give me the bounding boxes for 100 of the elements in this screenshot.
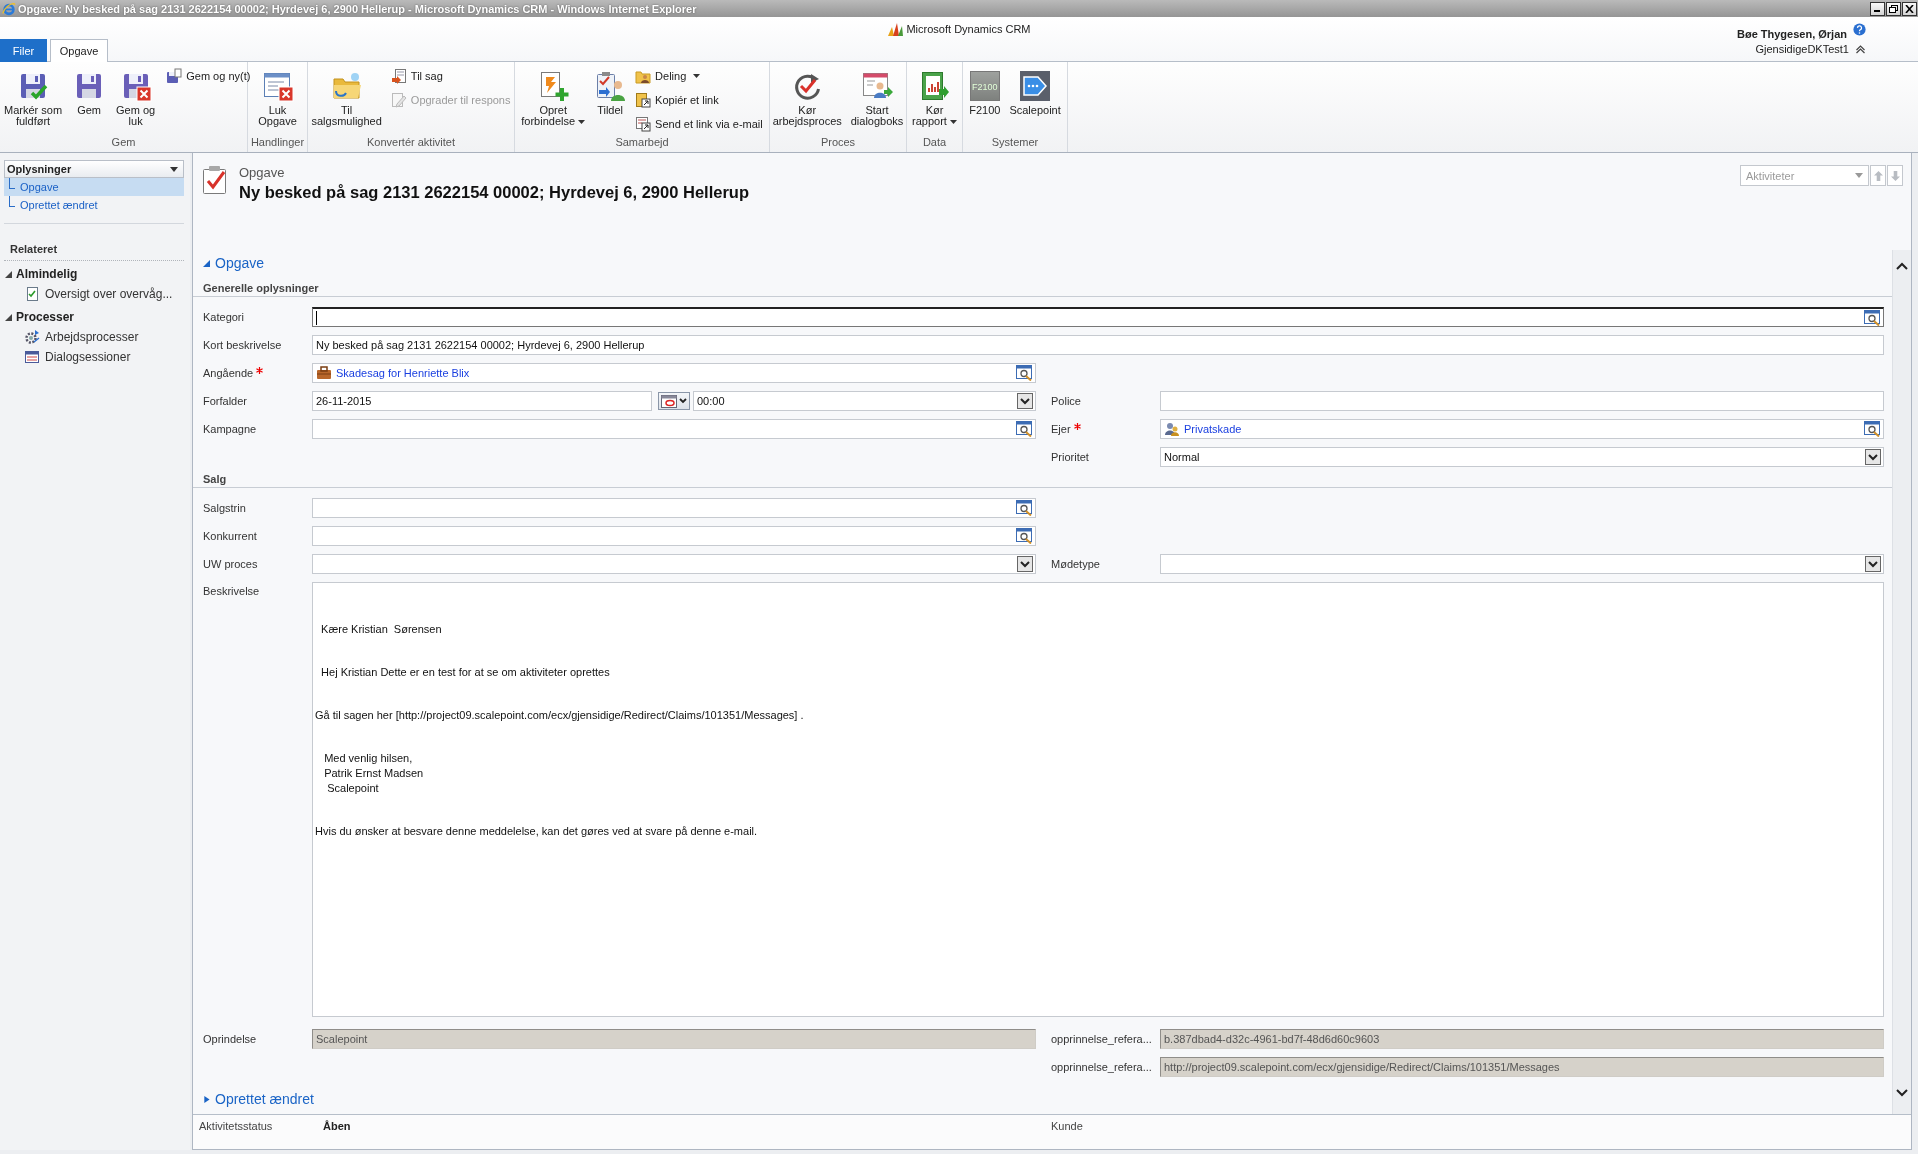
nav-link[interactable]: Arbejdsprocesser xyxy=(0,327,190,347)
section-menu[interactable]: Oplysninger xyxy=(4,160,184,178)
close-button[interactable] xyxy=(1902,1,1917,16)
lookup-search-icon[interactable] xyxy=(1016,365,1033,381)
subsection-title: Salg xyxy=(203,473,227,485)
clipboard-link-icon xyxy=(635,92,652,108)
tree-connector-icon xyxy=(9,178,15,189)
ribbon-button[interactable]: Kopiér et link xyxy=(633,90,765,110)
ribbon-tab[interactable]: Opgave xyxy=(50,39,108,62)
field-label: Oprindelse xyxy=(203,1033,257,1045)
ribbon-button[interactable]: F2100 F2100 xyxy=(967,69,1003,117)
entity-name: Opgave xyxy=(239,165,285,180)
nav-item[interactable]: Oprettet ændret xyxy=(4,196,184,214)
nav-link[interactable]: Oversigt over overvåg... xyxy=(0,284,190,304)
restore-button[interactable] xyxy=(1886,1,1901,16)
lookup-field[interactable]: Skadesag for Henriette Blix xyxy=(312,363,1036,383)
arrow-down-icon xyxy=(1890,170,1900,181)
field-label: opprinnelse_refera... xyxy=(1051,1033,1152,1045)
lookup-link[interactable]: Skadesag for Henriette Blix xyxy=(336,367,470,379)
ribbon-button[interactable]: Gem og luk xyxy=(114,69,158,128)
minimize-button[interactable] xyxy=(1870,1,1885,16)
status-label: Kunde xyxy=(1051,1120,1084,1134)
ribbon-button[interactable]: Scalepoint xyxy=(1007,69,1063,117)
clipboard-person-icon xyxy=(594,70,627,102)
caret-down-icon xyxy=(1855,173,1863,178)
dropdown-value: Normal xyxy=(1164,451,1200,463)
nav-item[interactable]: Opgave xyxy=(4,178,184,196)
lookup-search-icon[interactable] xyxy=(1016,500,1033,516)
window-title: Opgave: Ny besked på sag 2131 2622154 00002; Hyrdevej 6, 2900 Hellerup - Microsoft Dynamics CRM - Windows Internet Explorer xyxy=(18,2,697,15)
field-label: Angående xyxy=(203,367,254,379)
date-field[interactable]: 26-11-2015 xyxy=(312,391,652,411)
gear-icon xyxy=(24,329,40,345)
text-field[interactable]: Ny besked på sag 2131 2622154 00002; Hyrdevej 6, 2900 Hellerup xyxy=(312,335,1884,355)
chevron-down-icon[interactable] xyxy=(1896,1089,1908,1097)
ribbon-button[interactable]: Start dialogboks xyxy=(848,69,906,128)
close-icon xyxy=(1905,4,1914,13)
section-heading: Relateret xyxy=(10,243,58,255)
section-header[interactable]: Oprettet ændret xyxy=(203,1089,314,1109)
ribbon-button[interactable]: Kør rapport xyxy=(910,69,959,128)
lookup-search-icon[interactable] xyxy=(1864,309,1881,326)
group-label: Systemer xyxy=(990,135,1040,150)
group-label: Proces xyxy=(819,135,857,150)
lookup-search-icon[interactable] xyxy=(1016,528,1033,544)
lookup-link[interactable]: Privatskade xyxy=(1184,423,1242,435)
ribbon-button[interactable]: Opret forbindelse xyxy=(519,69,588,128)
checklist-document-icon xyxy=(24,286,40,302)
time-field[interactable]: 00:00 xyxy=(693,391,1036,411)
lookup-field[interactable] xyxy=(312,307,1884,327)
calendar-button[interactable] xyxy=(658,392,690,410)
ribbon-button[interactable]: Markér som fuldført xyxy=(2,69,65,128)
dropdown-field[interactable] xyxy=(312,554,1036,574)
chevron-up-icon[interactable] xyxy=(1855,43,1866,54)
ribbon-button[interactable]: Send et link via e-mail xyxy=(633,114,765,134)
status-label: Aktivitetsstatus xyxy=(199,1120,274,1134)
ribbon-button[interactable]: Tildel xyxy=(592,69,629,117)
status-value: Åben xyxy=(323,1120,351,1134)
lookup-field[interactable]: Privatskade xyxy=(1160,419,1884,439)
description-text: Hvis du ønsker at besvare denne meddelelse, kan det gøres ved at svare på denne e-mail. xyxy=(315,824,758,839)
nav-link[interactable]: Dialogsessioner xyxy=(0,347,190,367)
ribbon-button[interactable]: Kør arbejdsproces xyxy=(770,69,844,128)
browser-logo-icon xyxy=(2,1,16,16)
scrollbar[interactable] xyxy=(1892,250,1911,1114)
chevron-up-icon[interactable] xyxy=(1896,262,1908,270)
field-label: Kategori xyxy=(203,311,244,323)
text-field[interactable] xyxy=(1160,391,1884,411)
calendar-icon xyxy=(661,394,677,408)
form-x-icon xyxy=(261,70,294,102)
field-label: UW proces xyxy=(203,558,258,570)
dropdown-field[interactable] xyxy=(1160,554,1884,574)
ribbon-button[interactable]: Gem xyxy=(71,69,108,117)
section-header[interactable]: Opgave xyxy=(203,253,265,273)
user-name: Bøe Thygesen, Ørjan xyxy=(1736,27,1847,40)
description-text: Hej Kristian Dette er en test for at se om aktiviteter oprettes xyxy=(320,665,610,680)
field-label: Mødetype xyxy=(1051,558,1100,570)
nav-group-header[interactable]: Processer xyxy=(0,307,190,327)
help-icon[interactable] xyxy=(1853,23,1866,36)
document-pencil-icon xyxy=(390,92,407,108)
field-label: Salgstrin xyxy=(203,502,246,514)
lookup-search-icon[interactable] xyxy=(1864,421,1881,437)
ribbon-button[interactable]: Til sag xyxy=(388,66,513,86)
file-tab[interactable]: Filer xyxy=(0,39,47,62)
chevron-down-icon xyxy=(679,398,687,404)
clipboard-check-icon xyxy=(201,165,229,195)
lookup-search-icon[interactable] xyxy=(1016,421,1033,437)
ribbon-button[interactable]: Til salgsmulighed xyxy=(309,69,384,128)
window-icon xyxy=(24,349,40,365)
ribbon-button[interactable]: Luk Opgave xyxy=(256,69,299,128)
field-label: Forfalder xyxy=(203,395,248,407)
description-text: Kære Kristian Sørensen xyxy=(320,622,442,637)
group-label: Handlinger xyxy=(249,135,306,150)
app-tile: F2100 xyxy=(969,71,1000,101)
ribbon-button[interactable]: Gem og ny(t) xyxy=(164,66,253,86)
ribbon-button[interactable]: Deling xyxy=(633,66,765,86)
nav-group-header[interactable]: Almindelig xyxy=(0,264,190,284)
description-field[interactable] xyxy=(312,582,1884,1017)
field-label: Kampagne xyxy=(203,423,257,435)
people-icon xyxy=(1164,421,1180,437)
arrow-up-icon xyxy=(1873,170,1883,181)
field-label: Kort beskrivelse xyxy=(203,339,282,351)
dropdown-field[interactable]: Normal xyxy=(1160,447,1884,467)
